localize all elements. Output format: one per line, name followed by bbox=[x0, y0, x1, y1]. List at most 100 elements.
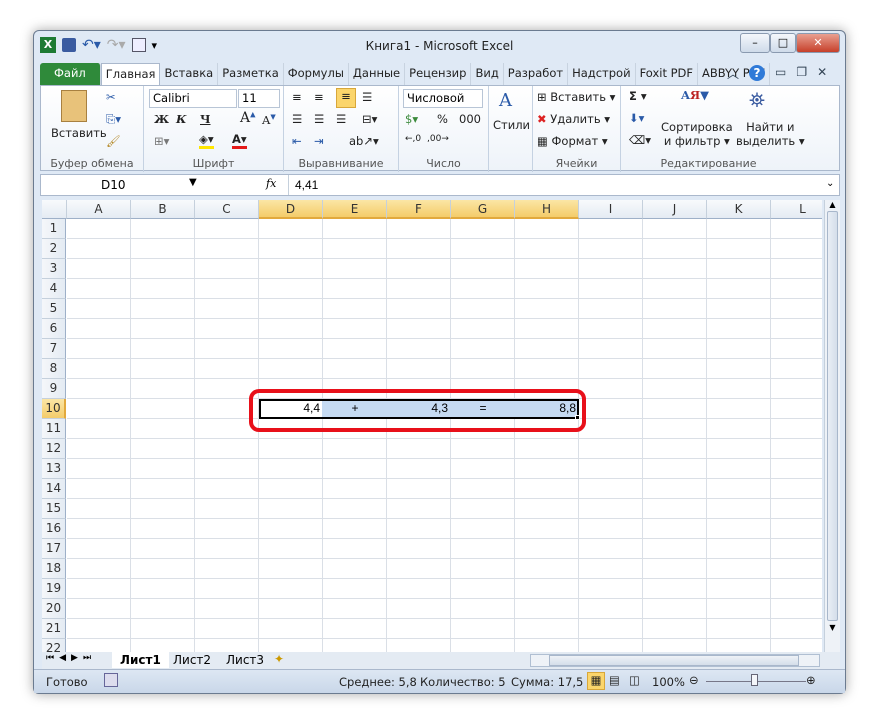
tab-formulas[interactable]: Формулы bbox=[284, 63, 349, 85]
decrease-decimal-icon[interactable]: ,00→ bbox=[427, 134, 449, 144]
borders-icon[interactable]: ⊞▾ bbox=[154, 134, 169, 148]
font-size-select[interactable]: 11 bbox=[238, 89, 280, 108]
row-header-7[interactable]: 7 bbox=[42, 339, 66, 359]
close-button[interactable]: ✕ bbox=[796, 33, 840, 53]
italic-button[interactable]: К bbox=[176, 112, 186, 126]
column-header-L[interactable]: L bbox=[771, 200, 822, 219]
page-break-view-icon[interactable]: ◫ bbox=[629, 673, 640, 687]
scroll-down-icon[interactable]: ▼ bbox=[825, 623, 840, 632]
wrap-text-icon[interactable]: ☰ bbox=[362, 90, 372, 104]
tab-home[interactable]: Главная bbox=[100, 63, 161, 85]
align-top-icon[interactable]: ≡ bbox=[292, 90, 302, 104]
row-header-5[interactable]: 5 bbox=[42, 299, 66, 319]
align-middle-icon[interactable]: ≡ bbox=[314, 90, 324, 104]
vertical-scrollbar[interactable]: ▲ ▼ bbox=[824, 200, 840, 652]
align-right-icon[interactable]: ☰ bbox=[336, 112, 346, 126]
macro-record-icon[interactable] bbox=[104, 673, 118, 687]
grow-font-icon[interactable]: A▲ bbox=[240, 110, 256, 126]
format-painter-icon[interactable]: 🖌 bbox=[106, 134, 121, 148]
column-header-F[interactable]: F bbox=[387, 200, 451, 219]
row-header-8[interactable]: 8 bbox=[42, 359, 66, 379]
help-icon[interactable]: ? bbox=[749, 65, 766, 81]
cut-icon[interactable]: ✂ bbox=[106, 90, 116, 104]
insert-sheet-icon[interactable]: ✦ bbox=[274, 652, 284, 666]
formula-input[interactable]: 4,41 bbox=[288, 175, 828, 195]
font-color-icon[interactable]: A▾ bbox=[232, 132, 247, 149]
row-header-20[interactable]: 20 bbox=[42, 599, 66, 619]
tab-data[interactable]: Данные bbox=[349, 63, 406, 85]
restore-button[interactable]: □ bbox=[770, 33, 796, 53]
thousands-button[interactable]: 000 bbox=[459, 112, 481, 126]
percent-button[interactable]: % bbox=[437, 112, 448, 126]
sheet-tab-3[interactable]: Лист3 bbox=[220, 652, 270, 668]
delete-cells-button[interactable]: ✖ Удалить ▾ bbox=[537, 112, 610, 126]
tab-addins[interactable]: Надстрой bbox=[568, 63, 636, 85]
row-header-9[interactable]: 9 bbox=[42, 379, 66, 399]
minimize-button[interactable]: – bbox=[740, 33, 770, 53]
row-header-19[interactable]: 19 bbox=[42, 579, 66, 599]
align-bottom-icon[interactable]: ≡ bbox=[336, 88, 356, 108]
sort-filter-button[interactable]: Сортировка и фильтр ▾ bbox=[661, 120, 733, 148]
font-name-select[interactable]: Calibri bbox=[149, 89, 237, 108]
column-header-A[interactable]: A bbox=[67, 200, 131, 219]
sheet-tab-1[interactable]: Лист1 bbox=[112, 652, 169, 668]
horizontal-scrollbar[interactable] bbox=[530, 654, 820, 667]
column-header-E[interactable]: E bbox=[323, 200, 387, 219]
column-header-C[interactable]: C bbox=[195, 200, 259, 219]
row-header-17[interactable]: 17 bbox=[42, 539, 66, 559]
insert-function-button[interactable]: fx bbox=[266, 177, 276, 190]
row-header-4[interactable]: 4 bbox=[42, 279, 66, 299]
doc-close-icon[interactable]: ✕ bbox=[817, 65, 827, 82]
zoom-in-icon[interactable]: ⊕ bbox=[806, 673, 816, 687]
clear-icon[interactable]: ⌫▾ bbox=[629, 133, 651, 147]
number-format-select[interactable]: Числовой bbox=[403, 89, 483, 108]
zoom-out-icon[interactable]: ⊖ bbox=[689, 673, 699, 687]
zoom-level[interactable]: 100% bbox=[652, 675, 685, 689]
currency-icon[interactable]: $▾ bbox=[405, 112, 418, 126]
column-header-K[interactable]: K bbox=[707, 200, 771, 219]
row-header-12[interactable]: 12 bbox=[42, 439, 66, 459]
row-header-16[interactable]: 16 bbox=[42, 519, 66, 539]
row-header-21[interactable]: 21 bbox=[42, 619, 66, 639]
row-header-6[interactable]: 6 bbox=[42, 319, 66, 339]
row-header-3[interactable]: 3 bbox=[42, 259, 66, 279]
select-all-corner[interactable] bbox=[42, 200, 67, 219]
tab-file[interactable]: Файл bbox=[40, 63, 101, 85]
column-header-J[interactable]: J bbox=[643, 200, 707, 219]
tab-developer[interactable]: Разработ bbox=[504, 63, 569, 85]
row-header-2[interactable]: 2 bbox=[42, 239, 66, 259]
scroll-up-icon[interactable]: ▲ bbox=[825, 200, 840, 209]
insert-cells-button[interactable]: ⊞ Вставить ▾ bbox=[537, 90, 615, 104]
tab-insert[interactable]: Вставка bbox=[160, 63, 219, 85]
column-header-D[interactable]: D bbox=[259, 200, 323, 219]
sheet-tab-2[interactable]: Лист2 bbox=[167, 652, 217, 668]
paste-button[interactable]: Вставить bbox=[51, 126, 107, 140]
row-header-13[interactable]: 13 bbox=[42, 459, 66, 479]
copy-icon[interactable]: ⎘▾ bbox=[106, 112, 121, 127]
align-left-icon[interactable]: ☰ bbox=[292, 112, 302, 126]
row-header-22[interactable]: 22 bbox=[42, 639, 66, 652]
zoom-slider-thumb[interactable] bbox=[751, 674, 758, 686]
normal-view-icon[interactable]: ▦ bbox=[587, 672, 605, 690]
row-header-18[interactable]: 18 bbox=[42, 559, 66, 579]
styles-button[interactable]: Стили bbox=[493, 118, 530, 132]
name-box[interactable]: D10 bbox=[41, 175, 201, 195]
row-header-14[interactable]: 14 bbox=[42, 479, 66, 499]
column-header-I[interactable]: I bbox=[579, 200, 643, 219]
orientation-icon[interactable]: ab↗▾ bbox=[349, 134, 379, 148]
vertical-scroll-thumb[interactable] bbox=[827, 211, 838, 621]
row-header-1[interactable]: 1 bbox=[42, 219, 66, 239]
column-header-B[interactable]: B bbox=[131, 200, 195, 219]
horizontal-scroll-thumb[interactable] bbox=[549, 655, 799, 666]
increase-indent-icon[interactable]: ⇥ bbox=[314, 134, 324, 148]
styles-icon[interactable]: A bbox=[499, 90, 512, 111]
fill-color-icon[interactable]: ◈▾ bbox=[199, 132, 214, 149]
tab-page-layout[interactable]: Разметка bbox=[218, 63, 284, 85]
page-layout-view-icon[interactable]: ▤ bbox=[609, 673, 620, 687]
sheet-nav-icons[interactable]: ⏮◀▶⏭ bbox=[46, 653, 96, 663]
expand-formula-bar-icon[interactable]: ⌄ bbox=[826, 178, 834, 189]
find-select-button[interactable]: Найти и выделить ▾ bbox=[736, 120, 805, 148]
tab-foxit[interactable]: Foxit PDF bbox=[636, 63, 699, 85]
name-box-dropdown-icon[interactable]: ▼ bbox=[189, 177, 197, 188]
underline-button[interactable]: Ч bbox=[200, 112, 211, 126]
